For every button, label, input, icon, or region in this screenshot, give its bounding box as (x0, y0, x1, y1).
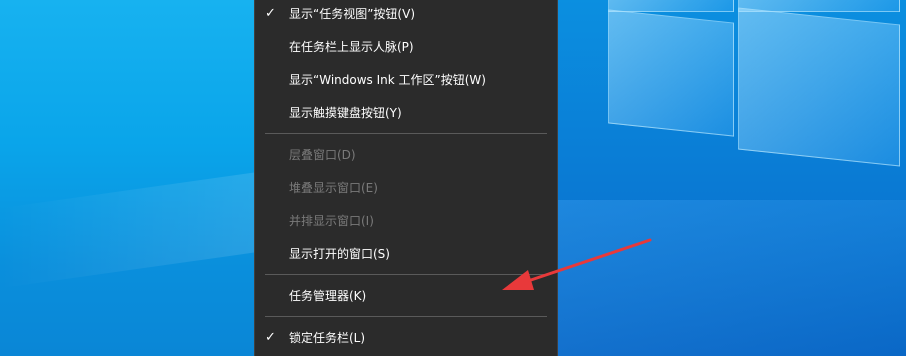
menu-item-label: 并排显示窗口(I) (289, 214, 374, 228)
check-icon: ✓ (265, 6, 276, 21)
check-icon: ✓ (265, 330, 276, 345)
menu-separator (265, 274, 547, 275)
menu-item-show-open-windows[interactable]: 显示打开的窗口(S) (255, 237, 557, 270)
menu-item-label: 显示触摸键盘按钮(Y) (289, 106, 402, 120)
wallpaper-windows-logo-area (558, 0, 906, 356)
menu-item-label: 锁定任务栏(L) (289, 331, 366, 345)
menu-item-show-touch-keyboard[interactable]: 显示触摸键盘按钮(Y) (255, 96, 557, 129)
windows-logo-pane (608, 0, 734, 12)
menu-separator (265, 316, 547, 317)
taskbar-context-menu: ✓ 显示“任务视图”按钮(V) 在任务栏上显示人脉(P) 显示“Windows … (254, 0, 558, 356)
windows-logo-pane (608, 9, 734, 137)
menu-item-cascade-windows: 层叠窗口(D) (255, 138, 557, 171)
menu-item-task-manager[interactable]: 任务管理器(K) (255, 279, 557, 312)
menu-item-show-windows-ink[interactable]: 显示“Windows Ink 工作区”按钮(W) (255, 63, 557, 96)
menu-item-side-by-side-windows: 并排显示窗口(I) (255, 204, 557, 237)
menu-item-lock-taskbar[interactable]: ✓ 锁定任务栏(L) (255, 321, 557, 354)
menu-item-label: 显示打开的窗口(S) (289, 247, 390, 261)
menu-item-label: 显示“任务视图”按钮(V) (289, 7, 416, 21)
menu-item-stack-windows: 堆叠显示窗口(E) (255, 171, 557, 204)
wallpaper-light-ray (0, 171, 260, 289)
menu-item-label: 层叠窗口(D) (289, 148, 356, 162)
menu-item-label: 任务管理器(K) (289, 289, 367, 303)
menu-item-label: 显示“Windows Ink 工作区”按钮(W) (289, 73, 486, 87)
windows-logo-pane (738, 7, 900, 167)
menu-item-show-task-view-button[interactable]: ✓ 显示“任务视图”按钮(V) (255, 0, 557, 30)
menu-item-label: 堆叠显示窗口(E) (289, 181, 378, 195)
menu-separator (265, 133, 547, 134)
wallpaper-beam (558, 200, 906, 356)
menu-item-label: 在任务栏上显示人脉(P) (289, 40, 414, 54)
menu-item-show-people[interactable]: 在任务栏上显示人脉(P) (255, 30, 557, 63)
